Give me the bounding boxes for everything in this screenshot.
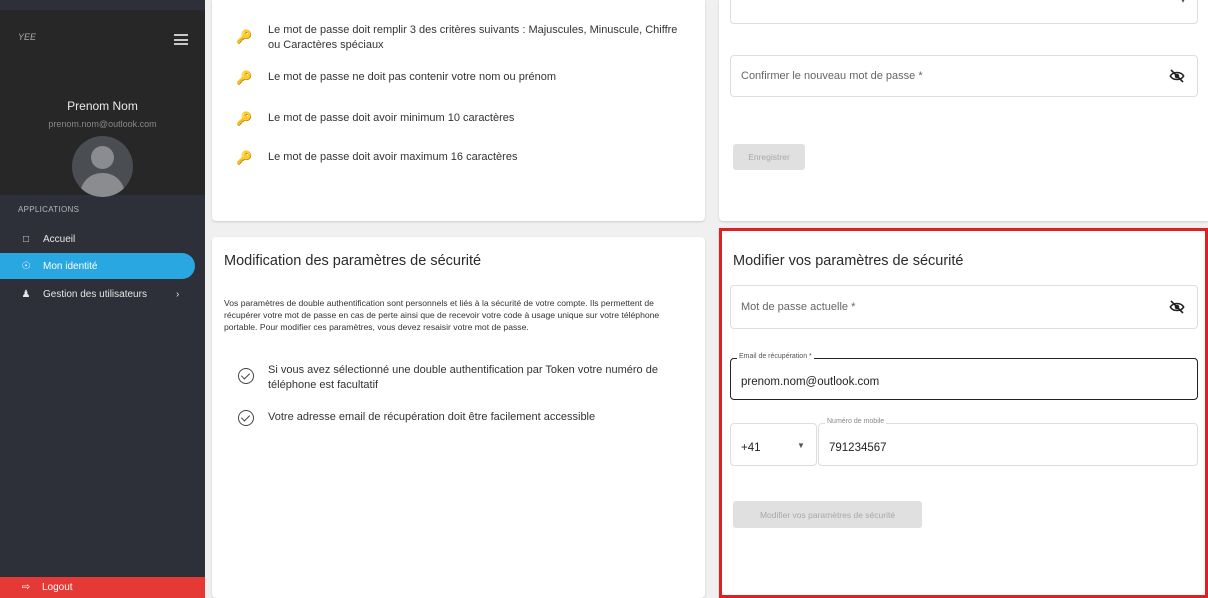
rule-text: Le mot de passe doit avoir maximum 16 ca… bbox=[268, 151, 518, 163]
user-name: Prenom Nom bbox=[67, 99, 138, 113]
new-password-field[interactable]: ▾ bbox=[730, 0, 1198, 24]
password-rule: 🔑 Le mot de passe doit remplir 3 des cri… bbox=[236, 23, 696, 53]
password-rule: 🔑 Le mot de passe doit avoir maximum 16 … bbox=[236, 150, 517, 165]
shield-icon: ☉ bbox=[21, 260, 31, 272]
caret-down-icon: ▼ bbox=[797, 441, 805, 450]
modify-security-button[interactable]: Modifier vos paramètres de sécurité bbox=[733, 501, 922, 528]
key-icon: 🔑 bbox=[236, 150, 253, 165]
sidebar-item-label: Accueil bbox=[43, 233, 76, 245]
section-label-applications: APPLICATIONS bbox=[18, 205, 80, 214]
mobile-number-field[interactable]: Numéro de mobile 791234567 bbox=[818, 418, 1198, 466]
key-icon: 🔑 bbox=[236, 29, 253, 44]
logout-label: Logout bbox=[42, 582, 73, 593]
hamburger-menu-icon[interactable] bbox=[174, 34, 188, 45]
recovery-email-field[interactable]: Email de récupération * prenom.nom@outlo… bbox=[730, 353, 1198, 400]
logout-button[interactable]: ⇨ Logout bbox=[0, 577, 205, 598]
chat-icon: □ bbox=[22, 233, 30, 245]
users-icon: ♟ bbox=[21, 288, 31, 300]
chevron-right-icon: › bbox=[176, 288, 180, 300]
field-label: Email de récupération * bbox=[737, 353, 814, 360]
sidebar-item-label: Gestion des utilisateurs bbox=[43, 288, 147, 300]
security-note: Votre adresse email de récupération doit… bbox=[238, 410, 688, 426]
check-circle-icon bbox=[238, 368, 254, 384]
rule-text: Le mot de passe doit avoir minimum 10 ca… bbox=[268, 112, 515, 124]
security-info-card: Modification des paramètres de sécurité … bbox=[212, 237, 705, 598]
field-value: +41 bbox=[741, 441, 761, 454]
note-text: Si vous avez sélectionné une double auth… bbox=[268, 364, 658, 391]
save-button[interactable]: Enregistrer bbox=[733, 144, 805, 170]
field-label: Numéro de mobile bbox=[825, 418, 887, 425]
rule-text: Le mot de passe ne doit pas contenir vot… bbox=[268, 71, 557, 83]
logout-icon: ⇨ bbox=[21, 582, 31, 593]
key-icon: 🔑 bbox=[236, 70, 253, 85]
field-value: prenom.nom@outlook.com bbox=[741, 376, 880, 389]
note-text: Votre adresse email de récupération doit… bbox=[268, 411, 596, 423]
sidebar-header: YEE Prenom Nom prenom.nom@outlook.com bbox=[0, 10, 205, 197]
country-code-select[interactable]: +41 ▼ bbox=[730, 423, 817, 466]
key-icon: 🔑 bbox=[236, 111, 253, 126]
check-circle-icon bbox=[238, 410, 254, 426]
app-logo[interactable]: YEE bbox=[18, 32, 36, 42]
card-title: Modification des paramètres de sécurité bbox=[224, 253, 482, 269]
sidebar: YEE Prenom Nom prenom.nom@outlook.com AP… bbox=[0, 0, 205, 598]
confirm-password-field[interactable]: Confirmer le nouveau mot de passe * bbox=[730, 55, 1198, 97]
field-handle-icon: ▾ bbox=[1180, 0, 1185, 5]
eye-off-icon[interactable] bbox=[1169, 300, 1185, 314]
avatar bbox=[72, 136, 133, 197]
eye-off-icon[interactable] bbox=[1169, 69, 1185, 83]
sidebar-item-gestion-utilisateurs[interactable]: ♟ Gestion des utilisateurs › bbox=[0, 281, 195, 307]
current-password-field[interactable]: Mot de passe actuelle * bbox=[730, 285, 1198, 329]
security-note: Si vous avez sélectionné une double auth… bbox=[238, 363, 688, 393]
field-placeholder: Mot de passe actuelle * bbox=[741, 301, 856, 313]
security-description: Vos paramètres de double authentificatio… bbox=[224, 298, 660, 333]
password-rule: 🔑 Le mot de passe ne doit pas contenir v… bbox=[236, 70, 556, 85]
user-email: prenom.nom@outlook.com bbox=[48, 119, 157, 129]
field-placeholder: Confirmer le nouveau mot de passe * bbox=[741, 70, 923, 82]
field-value: 791234567 bbox=[829, 441, 887, 454]
security-form-card: Modifier vos paramètres de sécurité Mot … bbox=[719, 228, 1208, 598]
password-rules-card: 🔑 Le mot de passe doit remplir 3 des cri… bbox=[212, 0, 705, 221]
card-title: Modifier vos paramètres de sécurité bbox=[733, 253, 964, 269]
sidebar-item-mon-identite[interactable]: ☉ Mon identité bbox=[0, 253, 195, 279]
password-form-card: ▾ Confirmer le nouveau mot de passe * En… bbox=[719, 0, 1208, 221]
password-rule: 🔑 Le mot de passe doit avoir minimum 10 … bbox=[236, 111, 514, 126]
sidebar-item-accueil[interactable]: □ Accueil bbox=[0, 226, 195, 252]
sidebar-item-label: Mon identité bbox=[43, 260, 98, 272]
rule-text: Le mot de passe doit remplir 3 des critè… bbox=[268, 24, 678, 51]
